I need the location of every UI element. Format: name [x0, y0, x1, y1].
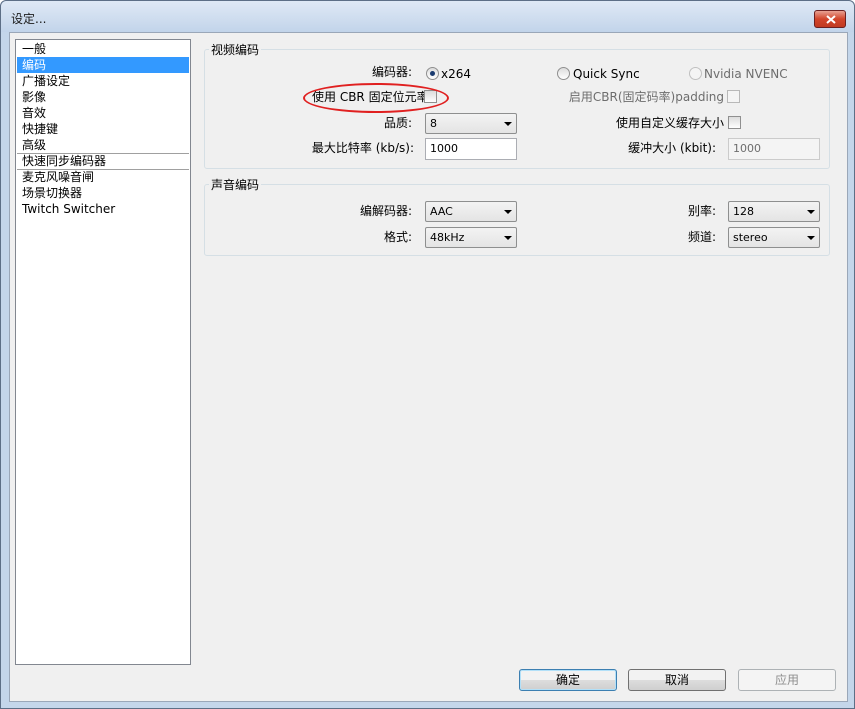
ok-button[interactable]: 确定 — [519, 669, 617, 691]
nav-item-quicksync-plugin[interactable]: 快速同步编码器 — [17, 153, 189, 169]
nav-item-noise-gate[interactable]: 麦克风噪音闸 — [17, 169, 189, 185]
chevron-down-icon — [807, 236, 815, 240]
custom-buffer-checkbox[interactable] — [728, 116, 741, 129]
nav-item-advanced[interactable]: 高级 — [17, 137, 189, 153]
nav-item-video[interactable]: 影像 — [17, 89, 189, 105]
nav-item-twitch-switcher[interactable]: Twitch Switcher — [17, 201, 189, 217]
cancel-button[interactable]: 取消 — [628, 669, 726, 691]
nav-item-encoding[interactable]: 编码 — [17, 57, 189, 73]
format-label: 格式: — [383, 230, 412, 244]
chevron-down-icon — [504, 122, 512, 126]
chevron-down-icon — [504, 236, 512, 240]
buffer-size-input[interactable]: 1000 — [728, 138, 820, 160]
quality-dropdown[interactable]: 8 — [425, 113, 517, 134]
encoder-nvenc-label[interactable]: Nvidia NVENC — [704, 66, 788, 82]
max-bitrate-input[interactable]: 1000 — [425, 138, 517, 160]
nav-item-hotkeys[interactable]: 快捷键 — [17, 121, 189, 137]
codec-label: 编解码器: — [359, 204, 412, 218]
chevron-down-icon — [504, 210, 512, 214]
channel-dropdown[interactable]: stereo — [728, 227, 820, 248]
codec-value: AAC — [430, 205, 453, 218]
cbr-padding-label[interactable]: 启用CBR(固定码率)padding — [550, 89, 724, 105]
custom-buffer-label[interactable]: 使用自定义缓存大小 — [570, 115, 724, 131]
quality-label: 品质: — [383, 116, 412, 130]
close-button[interactable] — [814, 10, 846, 28]
bitrate-value: 128 — [733, 205, 754, 218]
encoder-quicksync-radio[interactable] — [557, 67, 570, 80]
encoder-x264-label[interactable]: x264 — [441, 66, 471, 82]
settings-window: 设定... 一般 编码 广播设定 影像 音效 快捷键 高级 快速同步编码器 麦克… — [0, 0, 855, 709]
cbr-padding-checkbox[interactable] — [727, 90, 740, 103]
channel-value: stereo — [733, 231, 768, 244]
dialog-client-area: 一般 编码 广播设定 影像 音效 快捷键 高级 快速同步编码器 麦克风噪音闸 场… — [9, 32, 848, 702]
window-title: 设定... — [11, 12, 47, 26]
format-dropdown[interactable]: 48kHz — [425, 227, 517, 248]
audio-encoding-title: 声音编码 — [209, 176, 262, 193]
bitrate-label: 别率: — [687, 204, 716, 218]
nav-item-general[interactable]: 一般 — [17, 41, 189, 57]
codec-dropdown[interactable]: AAC — [425, 201, 517, 222]
format-value: 48kHz — [430, 231, 465, 244]
close-icon — [826, 15, 836, 24]
video-encoding-title: 视频编码 — [209, 41, 262, 58]
highlight-ellipse — [303, 83, 449, 113]
nav-item-scene-switcher[interactable]: 场景切换器 — [17, 185, 189, 201]
bitrate-dropdown[interactable]: 128 — [728, 201, 820, 222]
title-bar[interactable]: 设定... — [1, 1, 854, 32]
encoder-x264-radio[interactable] — [426, 67, 439, 80]
settings-category-list[interactable]: 一般 编码 广播设定 影像 音效 快捷键 高级 快速同步编码器 麦克风噪音闸 场… — [15, 39, 191, 665]
encoder-quicksync-label[interactable]: Quick Sync — [573, 66, 640, 82]
chevron-down-icon — [807, 210, 815, 214]
quality-value: 8 — [430, 117, 437, 130]
apply-button[interactable]: 应用 — [738, 669, 836, 691]
max-bitrate-label: 最大比特率 (kb/s): — [311, 141, 414, 155]
buffer-size-label: 缓冲大小 (kbit): — [628, 141, 716, 155]
nav-item-audio[interactable]: 音效 — [17, 105, 189, 121]
nav-item-broadcast[interactable]: 广播设定 — [17, 73, 189, 89]
channel-label: 频道: — [687, 230, 716, 244]
encoder-label: 编码器: — [371, 65, 412, 79]
encoder-nvenc-radio[interactable] — [689, 67, 702, 80]
